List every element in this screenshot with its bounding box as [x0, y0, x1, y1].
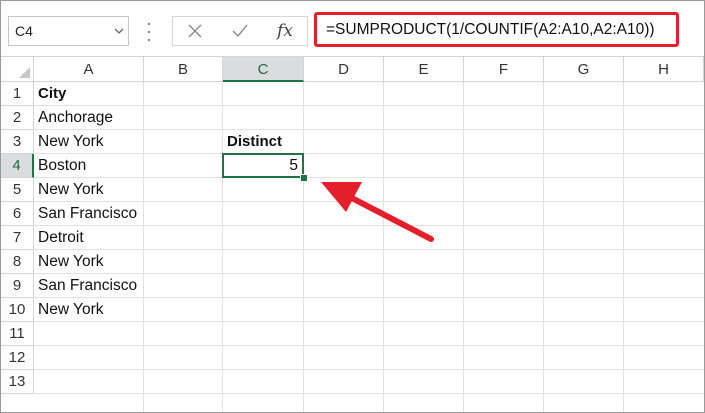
- cell-a1[interactable]: City: [34, 82, 144, 106]
- checkmark-icon[interactable]: [218, 17, 262, 45]
- active-cell-border: [222, 153, 304, 178]
- resize-handle-icon[interactable]: [147, 21, 151, 43]
- column-header-c[interactable]: C: [223, 57, 304, 82]
- formula-input[interactable]: =SUMPRODUCT(1/COUNTIF(A2:A10,A2:A10)): [314, 12, 679, 47]
- row-header-11[interactable]: 11: [1, 322, 34, 346]
- fx-label: fx: [277, 21, 293, 41]
- column-header-h[interactable]: H: [624, 57, 704, 82]
- column-header-f[interactable]: F: [464, 57, 544, 82]
- row-header-13[interactable]: 13: [1, 370, 34, 394]
- cell-a7[interactable]: Detroit: [34, 226, 144, 250]
- cell-a8[interactable]: New York: [34, 250, 144, 274]
- gridline: [463, 82, 464, 412]
- row-header-12[interactable]: 12: [1, 346, 34, 370]
- cell-a3[interactable]: New York: [34, 130, 144, 154]
- column-header-b[interactable]: B: [144, 57, 223, 82]
- x-icon[interactable]: [173, 17, 217, 45]
- row-header-8[interactable]: 8: [1, 250, 34, 274]
- row-header-10[interactable]: 10: [1, 298, 34, 322]
- row-header-1[interactable]: 1: [1, 82, 34, 106]
- formula-bar: C4 fx =SUMPRODUCT(1/COUNTIF(A2:A10,A2:A1…: [1, 1, 704, 57]
- formula-buttons: fx: [172, 16, 308, 46]
- gridline: [543, 82, 544, 412]
- select-all-button[interactable]: [1, 57, 34, 82]
- row-header-4[interactable]: 4: [1, 154, 34, 178]
- row-header-7[interactable]: 7: [1, 226, 34, 250]
- row-header-9[interactable]: 9: [1, 274, 34, 298]
- cell-a4[interactable]: Boston: [34, 154, 144, 178]
- gridline: [34, 393, 704, 394]
- gridline: [34, 345, 704, 346]
- name-box[interactable]: C4: [8, 16, 129, 46]
- gridline: [34, 369, 704, 370]
- cell-a9[interactable]: San Francisco: [34, 274, 144, 298]
- cell-a5[interactable]: New York: [34, 178, 144, 202]
- select-all-triangle-icon: [19, 67, 30, 78]
- row-header-2[interactable]: 2: [1, 106, 34, 130]
- fill-handle[interactable]: [300, 174, 308, 182]
- gridline: [623, 82, 624, 412]
- chevron-down-icon[interactable]: [110, 17, 128, 45]
- column-header-g[interactable]: G: [544, 57, 624, 82]
- insert-function-button[interactable]: fx: [263, 17, 307, 45]
- cell-c3[interactable]: Distinct: [223, 130, 304, 154]
- column-header-d[interactable]: D: [304, 57, 384, 82]
- spreadsheet-window: C4 fx =SUMPRODUCT(1/COUNTIF(A2:A10,A2:A1…: [0, 0, 705, 413]
- column-header-e[interactable]: E: [384, 57, 464, 82]
- column-header-a[interactable]: A: [34, 57, 144, 82]
- row-header-5[interactable]: 5: [1, 178, 34, 202]
- gridline: [383, 82, 384, 412]
- cell-a6[interactable]: San Francisco: [34, 202, 144, 226]
- cell-a2[interactable]: Anchorage: [34, 106, 144, 130]
- row-header-3[interactable]: 3: [1, 130, 34, 154]
- cell-a10[interactable]: New York: [34, 298, 144, 322]
- row-header-6[interactable]: 6: [1, 202, 34, 226]
- formula-text: =SUMPRODUCT(1/COUNTIF(A2:A10,A2:A10)): [326, 21, 655, 38]
- name-box-value: C4: [15, 23, 33, 39]
